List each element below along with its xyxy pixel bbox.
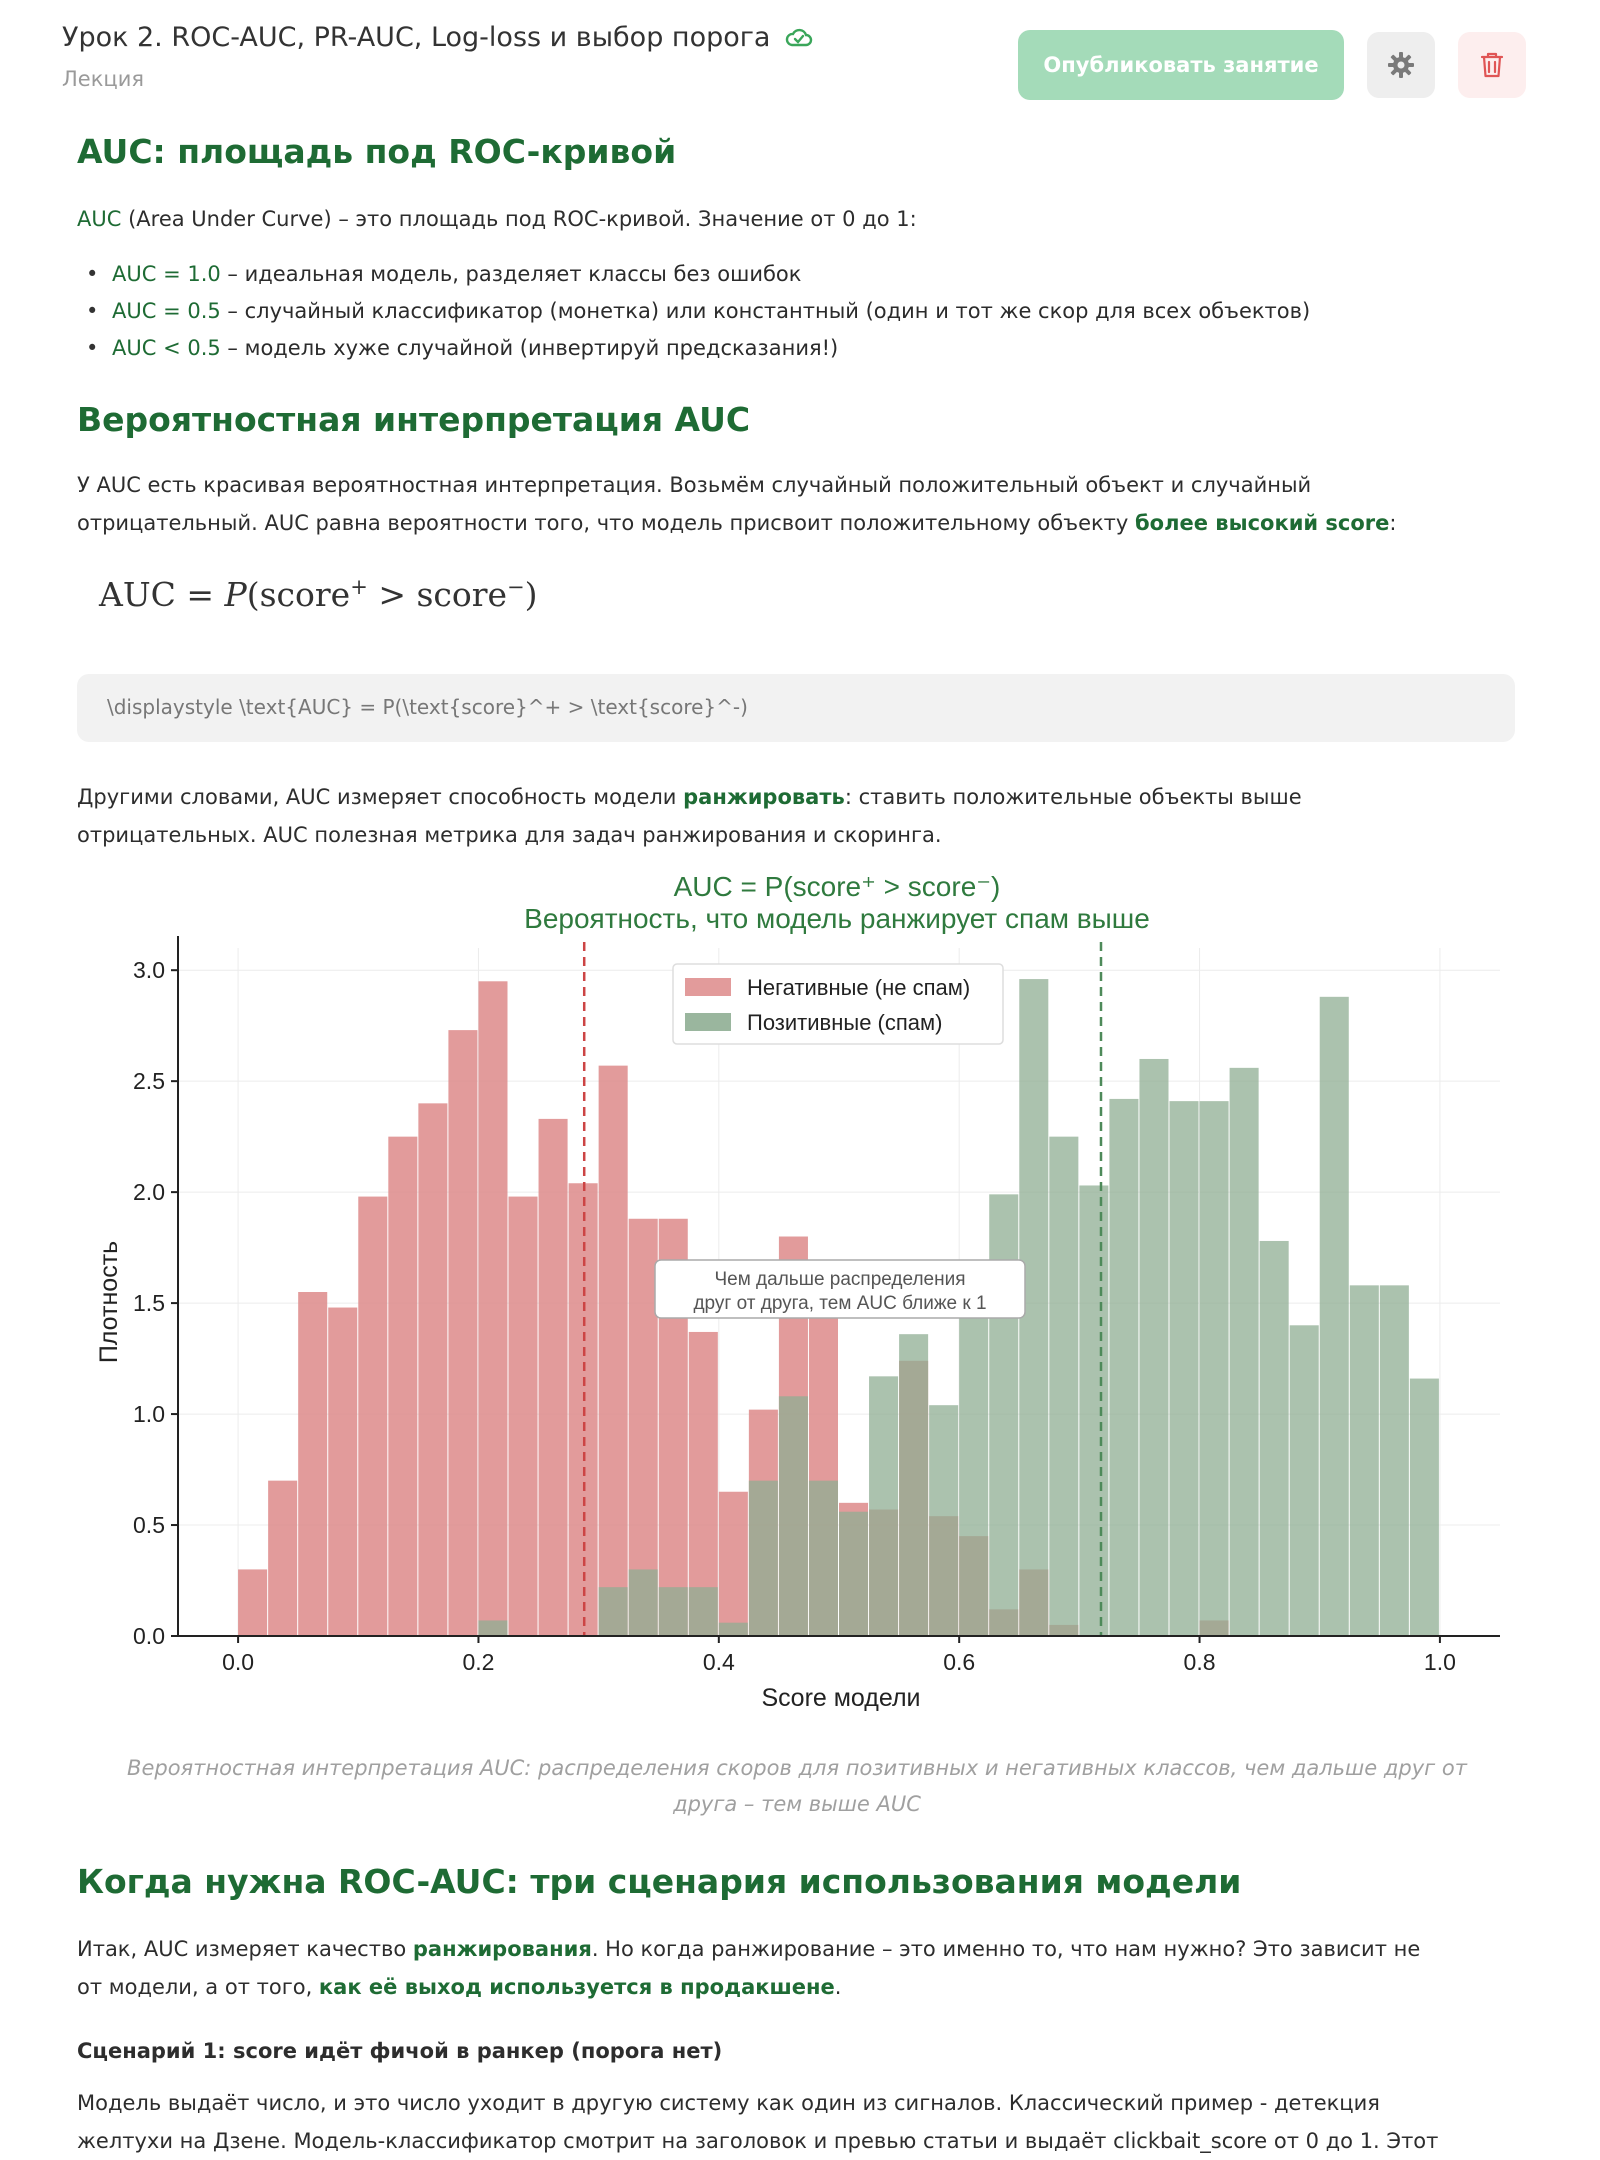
bar-positive — [478, 1620, 508, 1636]
legend-swatch-positive — [685, 1013, 731, 1031]
legend-label-negative: Негативные (не спам) — [747, 975, 970, 1000]
latex-source-box[interactable]: \displaystyle \text{AUC} = P(\text{score… — [77, 674, 1515, 742]
y-tick-label: 3.0 — [133, 957, 165, 983]
annotation-line-2: друг от друга, тем AUC ближе к 1 — [693, 1293, 986, 1314]
x-tick-label: 0.0 — [222, 1649, 254, 1675]
auc-formula: AUC = P(score+ > score−) — [99, 575, 538, 614]
trash-icon — [1480, 52, 1504, 78]
bar-negative — [418, 1103, 448, 1636]
bar-positive — [1409, 1378, 1439, 1636]
y-tick-label: 2.5 — [133, 1068, 165, 1094]
y-tick-label: 1.0 — [133, 1401, 165, 1427]
y-tick-label: 2.0 — [133, 1179, 165, 1205]
bar-positive — [688, 1587, 718, 1636]
legend-swatch-negative — [685, 978, 731, 996]
x-tick-label: 0.8 — [1184, 1649, 1216, 1675]
bar-positive — [808, 1480, 838, 1636]
y-tick-label: 1.5 — [133, 1290, 165, 1316]
x-tick-label: 0.2 — [462, 1649, 494, 1675]
bar-positive — [1229, 1067, 1259, 1636]
lesson-header: Урок 2. ROC-AUC, PR-AUC, Log-loss и выбо… — [62, 22, 814, 91]
bar-negative — [538, 1118, 568, 1636]
bar-positive — [1319, 996, 1349, 1636]
bar-positive — [598, 1587, 628, 1636]
chart-title: AUC = P(score⁺ > score⁻) — [674, 871, 1001, 902]
lesson-title: Урок 2. ROC-AUC, PR-AUC, Log-loss и выбо… — [62, 22, 771, 53]
bar-positive — [1199, 1101, 1229, 1636]
ranking-paragraph: Другими словами, AUC измеряет способност… — [77, 785, 1302, 847]
scenario-1-heading: Сценарий 1: score идёт фичой в ранкер (п… — [77, 2039, 723, 2063]
list-item: AUC < 0.5 – модель хуже случайной (инвер… — [86, 330, 1310, 367]
legend-label-positive: Позитивные (спам) — [747, 1010, 942, 1035]
auc-intro: AUC (Area Under Curve) – это площадь под… — [77, 207, 917, 231]
bar-positive — [869, 1376, 899, 1636]
scenarios-intro: Итак, AUC измеряет качество ранжирования… — [77, 1937, 1421, 1999]
lesson-type: Лекция — [62, 67, 144, 91]
chart-subtitle: Вероятность, что модель ранжирует спам в… — [524, 903, 1150, 934]
bar-negative — [448, 1030, 478, 1636]
bar-positive — [628, 1569, 658, 1636]
bar-negative — [298, 1292, 328, 1636]
heading-auc: AUC: площадь под ROC-кривой — [77, 132, 677, 171]
bar-negative — [508, 1196, 538, 1636]
latex-source: \displaystyle \text{AUC} = P(\text{score… — [107, 695, 748, 719]
x-tick-label: 0.4 — [703, 1649, 735, 1675]
publish-button[interactable]: Опубликовать занятие — [1018, 30, 1344, 100]
auc-values-list: AUC = 1.0 – идеальная модель, разделяет … — [77, 256, 1310, 367]
bar-negative — [238, 1569, 268, 1636]
bar-negative — [598, 1065, 628, 1636]
x-tick-label: 0.6 — [943, 1649, 975, 1675]
settings-button[interactable] — [1367, 32, 1435, 98]
bar-positive — [1139, 1058, 1169, 1636]
x-tick-label: 1.0 — [1424, 1649, 1456, 1675]
bar-positive — [1349, 1285, 1379, 1636]
bar-positive — [1259, 1240, 1289, 1636]
bar-positive — [1379, 1285, 1409, 1636]
list-item: AUC = 1.0 – идеальная модель, разделяет … — [86, 256, 1310, 293]
bar-positive — [899, 1334, 929, 1636]
auc-histogram-chart: 0.0 0.5 1.0 1.5 2.0 2.5 3.0 0.0 0.2 0.4 0.6 0.8 1.0 S… — [95, 871, 1500, 1712]
bar-negative — [358, 1196, 388, 1636]
bar-positive — [1049, 1136, 1079, 1636]
bar-negative — [268, 1480, 298, 1636]
bar-positive — [658, 1587, 688, 1636]
bar-negative — [478, 981, 508, 1636]
y-tick-label: 0.5 — [133, 1512, 165, 1538]
bar-positive — [1289, 1325, 1319, 1636]
bar-positive — [718, 1622, 748, 1636]
x-axis-label: Score модели — [761, 1684, 920, 1712]
bar-positive — [959, 1307, 989, 1636]
heading-scenarios: Когда нужна ROC-AUC: три сценария исполь… — [77, 1862, 1242, 1901]
heading-prob-interp: Вероятностная интерпретация AUC — [77, 400, 751, 439]
bar-positive — [778, 1396, 808, 1636]
prob-interp-paragraph: У AUC есть красивая вероятностная интерп… — [77, 473, 1397, 535]
lesson-page: Урок 2. ROC-AUC, PR-AUC, Log-loss и выбо… — [0, 0, 1600, 2160]
figure-caption: Вероятностная интерпретация AUC: распред… — [127, 1756, 1467, 1816]
list-item: AUC = 0.5 – случайный классификатор (мон… — [86, 293, 1310, 330]
bar-negative — [718, 1491, 748, 1636]
y-axis-label: Плотность — [95, 1241, 123, 1363]
bar-positive — [748, 1480, 778, 1636]
cloud-check-icon — [784, 26, 814, 50]
bar-positive — [929, 1405, 959, 1636]
lesson-title-row: Урок 2. ROC-AUC, PR-AUC, Log-loss и выбо… — [62, 22, 814, 53]
annotation-line-1: Чем дальше распределения — [714, 1269, 965, 1290]
bar-positive — [1169, 1101, 1199, 1636]
gear-icon — [1388, 52, 1414, 78]
bar-negative — [328, 1307, 358, 1636]
bar-positive — [839, 1511, 869, 1636]
bar-positive — [1109, 1098, 1139, 1636]
delete-button[interactable] — [1458, 32, 1526, 98]
scenario-1-paragraph: Модель выдаёт число, и это число уходит … — [77, 2091, 1439, 2153]
bar-positive — [1079, 1185, 1109, 1636]
bar-negative — [388, 1136, 418, 1636]
y-tick-label: 0.0 — [133, 1623, 165, 1649]
